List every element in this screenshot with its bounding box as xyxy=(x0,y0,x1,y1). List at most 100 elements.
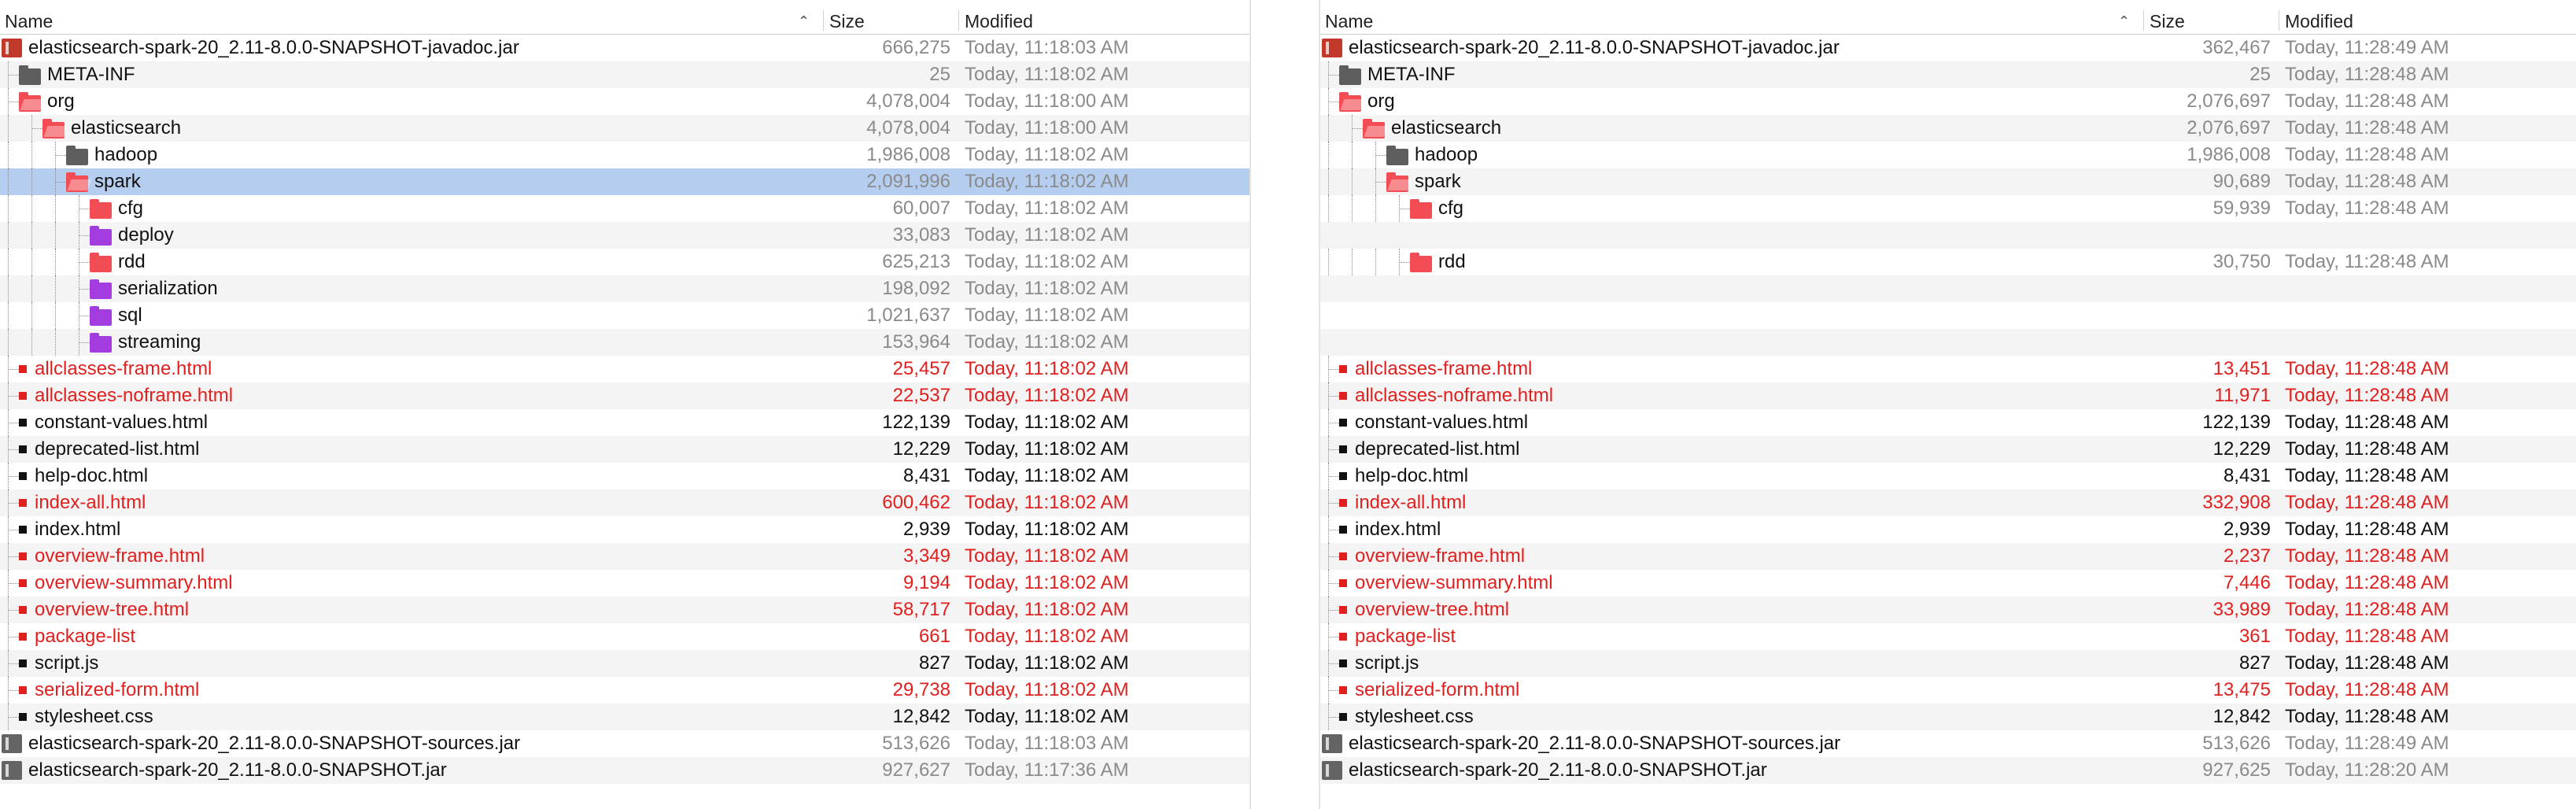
file-name-cell[interactable]: allclasses-noframe.html xyxy=(19,382,818,409)
file-name-cell[interactable]: org xyxy=(1339,88,2139,115)
file-name-cell[interactable]: overview-frame.html xyxy=(1339,543,2139,570)
file-name-cell[interactable]: help-doc.html xyxy=(1339,463,2139,489)
file-row[interactable]: script.js 827 Today, 11:18:02 AM xyxy=(0,650,1249,677)
sort-ascending-icon[interactable]: ⌃ xyxy=(2118,7,2130,35)
file-name-cell[interactable]: overview-frame.html xyxy=(19,543,818,570)
file-name-cell[interactable]: org xyxy=(19,88,818,115)
file-name-cell[interactable]: elasticsearch-spark-20_2.11-8.0.0-SNAPSH… xyxy=(1322,757,2139,784)
file-row[interactable]: serialized-form.html 13,475 Today, 11:28:4… xyxy=(1320,677,2576,704)
file-row[interactable]: deprecated-list.html 12,229 Today, 11:18:0… xyxy=(0,436,1249,463)
file-name-cell[interactable]: allclasses-noframe.html xyxy=(1339,382,2139,409)
file-row[interactable]: elasticsearch 2,076,697 Today, 11:28:48 AM xyxy=(1320,115,2576,142)
file-row[interactable]: stylesheet.css 12,842 Today, 11:18:02 AM xyxy=(0,704,1249,730)
file-row[interactable]: index.html 2,939 Today, 11:28:48 AM xyxy=(1320,516,2576,543)
right-file-pane[interactable]: Name ⌃ Size Modified elasticsearch-spark… xyxy=(1320,0,2576,809)
file-row[interactable]: overview-summary.html 9,194 Today, 11:18:0… xyxy=(0,570,1249,597)
file-name-cell[interactable]: deprecated-list.html xyxy=(1339,436,2139,463)
file-name-cell[interactable]: stylesheet.css xyxy=(19,704,818,730)
sort-ascending-icon[interactable]: ⌃ xyxy=(798,7,810,35)
file-row[interactable]: org 4,078,004 Today, 11:18:00 AM xyxy=(0,88,1249,115)
file-name-cell[interactable]: help-doc.html xyxy=(19,463,818,489)
file-name-cell[interactable]: cfg xyxy=(1410,195,2139,222)
pane-divider[interactable] xyxy=(1249,0,1320,809)
file-name-cell[interactable]: elasticsearch-spark-20_2.11-8.0.0-SNAPSH… xyxy=(2,730,818,757)
file-name-cell[interactable]: overview-tree.html xyxy=(19,597,818,623)
file-row[interactable]: serialized-form.html 29,738 Today, 11:18:0… xyxy=(0,677,1249,704)
file-row[interactable]: cfg 60,007 Today, 11:18:02 AM xyxy=(0,195,1249,222)
file-row[interactable]: index-all.html 332,908 Today, 11:28:48 AM xyxy=(1320,489,2576,516)
column-header-size[interactable]: Size xyxy=(825,7,960,34)
file-name-cell[interactable]: allclasses-frame.html xyxy=(19,356,818,382)
file-row[interactable]: spark 90,689 Today, 11:28:48 AM xyxy=(1320,168,2576,195)
file-row[interactable]: META-INF 25 Today, 11:18:02 AM xyxy=(0,61,1249,88)
file-name-cell[interactable]: serialization xyxy=(90,275,818,302)
file-row[interactable]: spark 2,091,996 Today, 11:18:02 AM xyxy=(0,168,1249,195)
file-name-cell[interactable]: script.js xyxy=(1339,650,2139,677)
file-name-cell[interactable]: package-list xyxy=(19,623,818,650)
file-row[interactable]: overview-frame.html 3,349 Today, 11:18:02 … xyxy=(0,543,1249,570)
file-row[interactable]: elasticsearch-spark-20_2.11-8.0.0-SNAPSH… xyxy=(0,730,1249,757)
file-name-cell[interactable]: index-all.html xyxy=(19,489,818,516)
column-header-name[interactable]: Name xyxy=(0,7,823,34)
file-row[interactable]: elasticsearch-spark-20_2.11-8.0.0-SNAPSH… xyxy=(0,35,1249,61)
file-name-cell[interactable]: hadoop xyxy=(66,142,818,168)
file-row[interactable]: stylesheet.css 12,842 Today, 11:28:48 AM xyxy=(1320,704,2576,730)
file-name-cell[interactable]: META-INF xyxy=(1339,61,2139,88)
file-name-cell[interactable]: sql xyxy=(90,302,818,329)
column-header-size[interactable]: Size xyxy=(2145,7,2280,34)
file-name-cell[interactable]: META-INF xyxy=(19,61,818,88)
file-row[interactable]: allclasses-noframe.html 11,971 Today, 11:2… xyxy=(1320,382,2576,409)
file-name-cell[interactable]: deprecated-list.html xyxy=(19,436,818,463)
file-name-cell[interactable]: cfg xyxy=(90,195,818,222)
file-name-cell[interactable]: elasticsearch-spark-20_2.11-8.0.0-SNAPSH… xyxy=(1322,730,2139,757)
file-row[interactable]: elasticsearch 4,078,004 Today, 11:18:00 AM xyxy=(0,115,1249,142)
file-name-cell[interactable]: spark xyxy=(66,168,818,195)
file-row[interactable]: help-doc.html 8,431 Today, 11:18:02 AM xyxy=(0,463,1249,489)
file-row[interactable]: deprecated-list.html 12,229 Today, 11:28:4… xyxy=(1320,436,2576,463)
file-name-cell[interactable]: hadoop xyxy=(1386,142,2139,168)
file-name-cell[interactable]: serialized-form.html xyxy=(19,677,818,704)
file-row[interactable]: deploy 33,083 Today, 11:18:02 AM xyxy=(0,222,1249,249)
file-name-cell[interactable]: deploy xyxy=(90,222,818,249)
file-name-cell[interactable]: constant-values.html xyxy=(1339,409,2139,436)
file-name-cell[interactable]: constant-values.html xyxy=(19,409,818,436)
file-row[interactable]: script.js 827 Today, 11:28:48 AM xyxy=(1320,650,2576,677)
file-row[interactable]: help-doc.html 8,431 Today, 11:28:48 AM xyxy=(1320,463,2576,489)
file-name-cell[interactable]: index.html xyxy=(19,516,818,543)
file-name-cell[interactable]: elasticsearch-spark-20_2.11-8.0.0-SNAPSH… xyxy=(1322,35,2139,61)
column-separator[interactable] xyxy=(823,10,824,31)
file-name-cell[interactable]: index.html xyxy=(1339,516,2139,543)
file-row[interactable]: allclasses-noframe.html 22,537 Today, 11:1… xyxy=(0,382,1249,409)
file-row[interactable]: hadoop 1,986,008 Today, 11:18:02 AM xyxy=(0,142,1249,168)
file-row[interactable]: META-INF 25 Today, 11:28:48 AM xyxy=(1320,61,2576,88)
column-header-modified[interactable]: Modified xyxy=(2280,7,2563,34)
file-row[interactable]: serialization 198,092 Today, 11:18:02 AM xyxy=(0,275,1249,302)
column-separator[interactable] xyxy=(958,10,959,31)
file-name-cell[interactable]: package-list xyxy=(1339,623,2139,650)
file-row[interactable]: package-list 361 Today, 11:28:48 AM xyxy=(1320,623,2576,650)
file-name-cell[interactable]: elasticsearch-spark-20_2.11-8.0.0-SNAPSH… xyxy=(2,35,818,61)
file-name-cell[interactable]: elasticsearch xyxy=(42,115,818,142)
file-row[interactable]: index.html 2,939 Today, 11:18:02 AM xyxy=(0,516,1249,543)
file-row[interactable]: streaming 153,964 Today, 11:18:02 AM xyxy=(0,329,1249,356)
file-row[interactable]: elasticsearch-spark-20_2.11-8.0.0-SNAPSH… xyxy=(1320,35,2576,61)
file-row[interactable]: overview-frame.html 2,237 Today, 11:28:48 … xyxy=(1320,543,2576,570)
column-separator[interactable] xyxy=(2143,10,2144,31)
file-row[interactable]: rdd 625,213 Today, 11:18:02 AM xyxy=(0,249,1249,275)
file-name-cell[interactable]: spark xyxy=(1386,168,2139,195)
file-name-cell[interactable]: elasticsearch xyxy=(1363,115,2139,142)
file-row[interactable]: cfg 59,939 Today, 11:28:48 AM xyxy=(1320,195,2576,222)
column-header-modified[interactable]: Modified xyxy=(960,7,1243,34)
file-name-cell[interactable]: elasticsearch-spark-20_2.11-8.0.0-SNAPSH… xyxy=(2,757,818,784)
file-row[interactable]: allclasses-frame.html 25,457 Today, 11:18:… xyxy=(0,356,1249,382)
file-row[interactable]: rdd 30,750 Today, 11:28:48 AM xyxy=(1320,249,2576,275)
file-name-cell[interactable]: streaming xyxy=(90,329,818,356)
column-header-name[interactable]: Name xyxy=(1320,7,2143,34)
file-row[interactable]: sql 1,021,637 Today, 11:18:02 AM xyxy=(0,302,1249,329)
file-name-cell[interactable]: serialized-form.html xyxy=(1339,677,2139,704)
file-name-cell[interactable]: overview-summary.html xyxy=(1339,570,2139,597)
file-row[interactable]: overview-tree.html 33,989 Today, 11:28:48 … xyxy=(1320,597,2576,623)
file-name-cell[interactable]: allclasses-frame.html xyxy=(1339,356,2139,382)
file-name-cell[interactable]: stylesheet.css xyxy=(1339,704,2139,730)
left-file-pane[interactable]: Name ⌃ Size Modified elasticsearch-spark… xyxy=(0,0,1249,809)
